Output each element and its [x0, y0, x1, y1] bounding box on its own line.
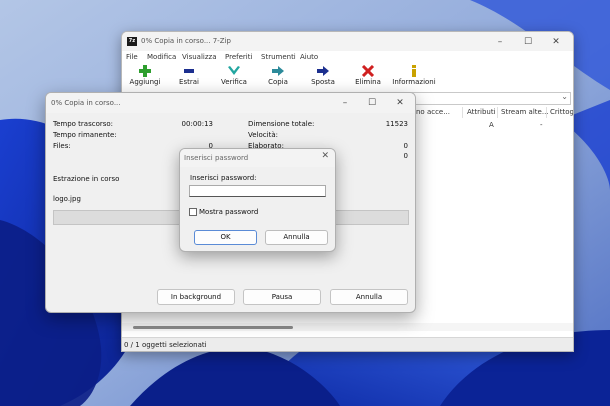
- menu-preferiti[interactable]: Preferiti: [225, 53, 252, 61]
- menu-file[interactable]: File: [126, 53, 138, 61]
- speed-label: Velocità:: [248, 131, 278, 139]
- column-header-crittog[interactable]: Crittog: [550, 108, 573, 116]
- pause-button[interactable]: Pausa: [243, 289, 321, 305]
- cancel-password-button[interactable]: Annulla: [265, 230, 328, 245]
- toolbar: Aggiungi Estrai Verifica Copia Sposta El…: [122, 63, 573, 91]
- minimize-icon[interactable]: –: [334, 96, 356, 110]
- progress-title: 0% Copia in corso...: [51, 99, 121, 107]
- info-icon: [412, 65, 416, 77]
- column-header-accessed[interactable]: no acce...: [416, 108, 450, 116]
- add-button[interactable]: Aggiungi: [128, 65, 162, 91]
- current-file-name: logo.jpg: [53, 195, 81, 203]
- cell-attributi: A: [489, 121, 494, 129]
- menu-strumenti[interactable]: Strumenti: [261, 53, 296, 61]
- move-button-label: Sposta: [311, 78, 335, 86]
- column-divider: [497, 107, 498, 118]
- column-divider: [462, 107, 463, 118]
- processed-value: 0: [403, 142, 408, 150]
- show-password-label[interactable]: Mostra password: [199, 208, 258, 216]
- password-input[interactable]: [189, 185, 326, 197]
- minus-icon: [184, 69, 194, 73]
- app-icon: 7z: [127, 37, 137, 46]
- add-button-label: Aggiungi: [129, 78, 161, 86]
- info-button[interactable]: Informazioni: [392, 65, 436, 91]
- close-icon[interactable]: ✕: [321, 151, 329, 161]
- total-size-value: 11523: [385, 120, 408, 128]
- operation-label: Estrazione in corso: [53, 175, 120, 183]
- menu-modifica[interactable]: Modifica: [147, 53, 176, 61]
- column-header-attributi[interactable]: Attributi: [467, 108, 496, 116]
- background-button[interactable]: In background: [157, 289, 235, 305]
- password-dialog: Inserisci password ✕ Inserisci password:…: [179, 148, 336, 252]
- scrollbar-thumb[interactable]: [133, 326, 293, 329]
- minimize-icon[interactable]: –: [490, 35, 510, 49]
- verify-button[interactable]: Verifica: [219, 65, 249, 91]
- plus-icon: [139, 65, 151, 77]
- remaining-time-label: Tempo rimanente:: [53, 131, 117, 139]
- window-title: 0% Copia in corso... 7-Zip: [141, 37, 231, 45]
- password-dialog-title: Inserisci password: [184, 154, 249, 162]
- horizontal-scrollbar[interactable]: [122, 323, 573, 331]
- info-button-label: Informazioni: [392, 78, 436, 86]
- arrow-right-icon: [272, 66, 284, 76]
- delete-button-label: Elimina: [355, 78, 381, 86]
- main-titlebar[interactable]: 7z 0% Copia in corso... 7-Zip – ☐ ✕: [122, 32, 573, 51]
- password-titlebar[interactable]: Inserisci password ✕: [180, 149, 335, 167]
- menu-aiuto[interactable]: Aiuto: [300, 53, 318, 61]
- check-icon: [228, 66, 240, 75]
- menu-bar: File Modifica Visualizza Preferiti Strum…: [122, 51, 573, 63]
- files-label: Files:: [53, 142, 71, 150]
- chevron-down-icon[interactable]: ⌄: [561, 92, 568, 101]
- status-text: 0 / 1 oggetti selezionati: [124, 341, 207, 349]
- copy-button[interactable]: Copia: [265, 65, 291, 91]
- copy-button-label: Copia: [268, 78, 288, 86]
- verify-button-label: Verifica: [221, 78, 247, 86]
- cancel-button[interactable]: Annulla: [330, 289, 408, 305]
- move-button[interactable]: Sposta: [309, 65, 337, 91]
- status-bar: 0 / 1 oggetti selezionati: [122, 337, 573, 351]
- maximize-icon[interactable]: ☐: [518, 35, 538, 49]
- extract-button[interactable]: Estrai: [174, 65, 204, 91]
- progress-titlebar[interactable]: 0% Copia in corso... – ☐ ✕: [46, 93, 415, 113]
- total-size-label: Dimensione totale:: [248, 120, 315, 128]
- column-header-stream[interactable]: Stream alte...: [501, 108, 549, 116]
- close-icon[interactable]: ✕: [546, 35, 566, 49]
- elapsed-time-label: Tempo trascorso:: [53, 120, 114, 128]
- extract-button-label: Estrai: [179, 78, 199, 86]
- compressed-value: 0: [403, 152, 408, 160]
- cell-stream: -: [540, 121, 543, 129]
- password-field-label: Inserisci password:: [190, 174, 257, 182]
- delete-button[interactable]: Elimina: [354, 65, 382, 91]
- arrow-right-icon: [317, 66, 329, 76]
- ok-button[interactable]: OK: [194, 230, 257, 245]
- x-icon: [361, 65, 375, 77]
- menu-visualizza[interactable]: Visualizza: [182, 53, 216, 61]
- column-divider: [546, 107, 547, 118]
- show-password-checkbox[interactable]: [189, 208, 197, 216]
- maximize-icon[interactable]: ☐: [361, 96, 383, 110]
- elapsed-time-value: 00:00:13: [181, 120, 213, 128]
- close-icon[interactable]: ✕: [389, 96, 411, 110]
